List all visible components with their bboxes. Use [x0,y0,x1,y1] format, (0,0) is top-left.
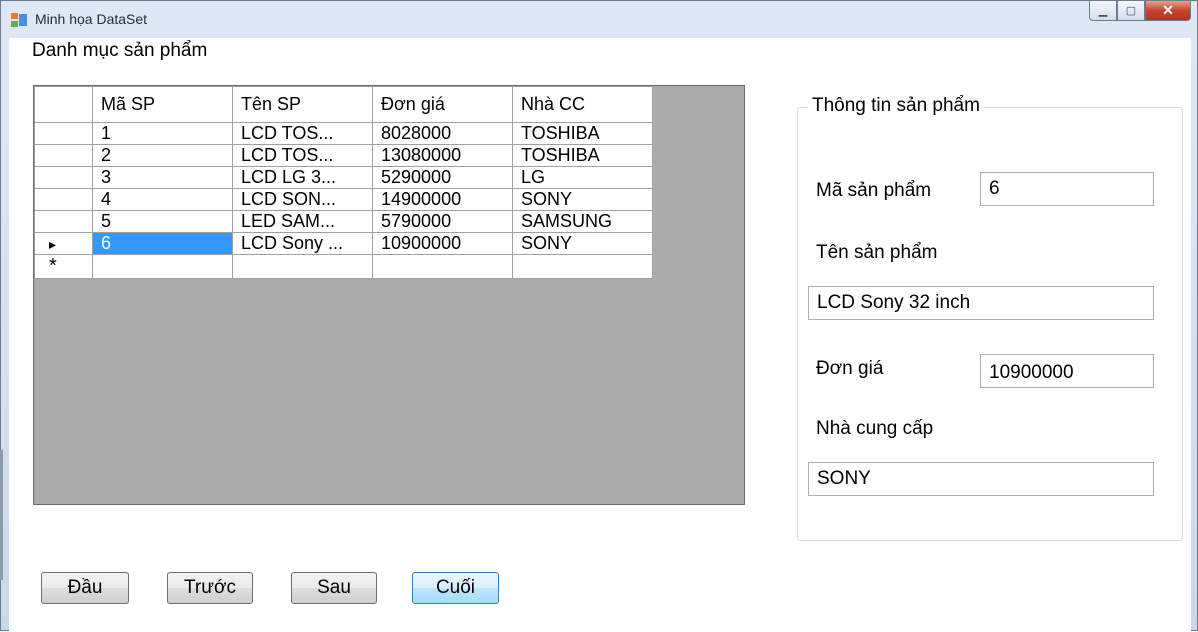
form-icon [11,13,27,27]
table-row-current[interactable]: ▸ 6 LCD Sony ... 10900000 SONY [34,232,653,255]
cell-gia[interactable]: 5790000 [372,210,513,233]
cell-ten[interactable]: LCD SON... [232,188,373,211]
cell-ncc[interactable]: TOSHIBA [512,122,653,145]
first-button[interactable]: Đầu [41,572,129,604]
cell-ncc[interactable]: LG [512,166,653,189]
cell-new[interactable] [372,254,513,279]
column-header-ten[interactable]: Tên SP [232,86,373,123]
table-row[interactable]: 2 LCD TOS... 13080000 TOSHIBA [34,144,653,167]
row-header[interactable] [34,210,93,233]
row-header[interactable] [34,166,93,189]
close-button[interactable]: ✕ [1145,1,1191,21]
minimize-icon: ▁ [1098,5,1108,17]
cell-gia[interactable]: 14900000 [372,188,513,211]
table-row[interactable]: 5 LED SAM... 5790000 SAMSUNG [34,210,653,233]
cell-ma[interactable]: 1 [92,122,233,145]
cell-gia[interactable]: 10900000 [372,232,513,255]
ncc-label: Nhà cung cấp [816,418,934,439]
table-row[interactable]: 4 LCD SON... 14900000 SONY [34,188,653,211]
cell-ma[interactable]: 2 [92,144,233,167]
column-header-ncc[interactable]: Nhà CC [512,86,653,123]
group-title: Thông tin sản phẩm [808,95,984,117]
table-row-new[interactable]: * [34,254,653,279]
cell-gia[interactable]: 13080000 [372,144,513,167]
column-header-ma[interactable]: Mã SP [92,86,233,123]
ma-label: Mã sản phẩm [816,180,932,201]
title-bar[interactable]: Minh họa DataSet ▁ ▢ ✕ [1,1,1197,38]
row-header-corner[interactable] [34,86,93,123]
window-controls: ▁ ▢ ✕ [1089,1,1191,21]
ten-label: Tên sản phẩm [816,242,938,263]
row-header[interactable] [34,122,93,145]
current-row-arrow-icon: ▸ [49,236,57,252]
cell-ten[interactable]: LED SAM... [232,210,373,233]
table-row[interactable]: 3 LCD LG 3... 5290000 LG [34,166,653,189]
grid-header-row: Mã SP Tên SP Đơn giá Nhà CC [34,86,653,123]
previous-button[interactable]: Trước [167,572,253,604]
cell-ma[interactable]: 4 [92,188,233,211]
new-row-asterisk-icon: * [49,255,57,278]
row-header[interactable] [34,144,93,167]
table-row[interactable]: 1 LCD TOS... 8028000 TOSHIBA [34,122,653,145]
gia-field[interactable] [980,354,1154,388]
gia-label: Đơn giá [816,358,884,379]
product-datagrid[interactable]: Mã SP Tên SP Đơn giá Nhà CC 1 LCD TOS...… [33,85,745,505]
cell-gia[interactable]: 5290000 [372,166,513,189]
cell-ten[interactable]: LCD Sony ... [232,232,373,255]
cell-ten[interactable]: LCD LG 3... [232,166,373,189]
column-header-gia[interactable]: Đơn giá [372,86,513,123]
row-header-new[interactable]: * [34,254,93,279]
last-button[interactable]: Cuối [412,572,499,604]
left-edge [0,450,3,580]
maximize-button[interactable]: ▢ [1117,1,1145,21]
cell-gia[interactable]: 8028000 [372,122,513,145]
row-header-current[interactable]: ▸ [34,232,93,255]
cell-ten[interactable]: LCD TOS... [232,122,373,145]
cell-new[interactable] [232,254,373,279]
cell-new[interactable] [92,254,233,279]
maximize-icon: ▢ [1125,5,1137,17]
minimize-button[interactable]: ▁ [1089,1,1117,21]
cell-ncc[interactable]: TOSHIBA [512,144,653,167]
ncc-field[interactable] [808,462,1154,496]
page-title: Danh mục sản phẩm [32,40,208,61]
cell-ma[interactable]: 5 [92,210,233,233]
grid-table: Mã SP Tên SP Đơn giá Nhà CC 1 LCD TOS...… [34,86,653,279]
cell-ncc[interactable]: SONY [512,188,653,211]
close-icon: ✕ [1162,2,1174,18]
row-header[interactable] [34,188,93,211]
next-button[interactable]: Sau [291,572,377,604]
cell-ma[interactable]: 3 [92,166,233,189]
cell-ncc[interactable]: SAMSUNG [512,210,653,233]
cell-ten[interactable]: LCD TOS... [232,144,373,167]
cell-new[interactable] [512,254,653,279]
cell-ma-selected[interactable]: 6 [92,232,233,255]
window-title: Minh họa DataSet [35,11,148,27]
ma-field[interactable] [980,172,1154,206]
ten-field[interactable] [808,286,1154,320]
cell-ncc[interactable]: SONY [512,232,653,255]
